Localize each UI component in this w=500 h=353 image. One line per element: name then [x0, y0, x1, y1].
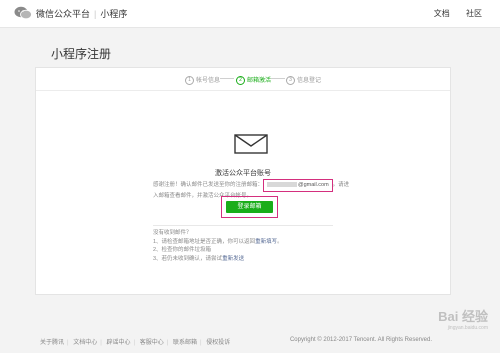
step-connector: [220, 78, 234, 79]
top-links: 文档 社区: [420, 8, 482, 19]
step-label: 帐号信息: [196, 78, 221, 84]
help-title: 没有收到邮件？: [153, 230, 192, 236]
resend-link[interactable]: 重新发送: [222, 256, 244, 262]
login-email-highlight: 登录邮箱: [221, 196, 278, 218]
refill-link[interactable]: 重新填写: [255, 239, 277, 245]
footer-link-report[interactable]: 侵权投诉: [206, 340, 230, 346]
watermark-text: Bai 经验: [438, 309, 488, 324]
help-item-text: 。: [277, 238, 283, 245]
desc-before: 感谢注册！确认邮件已发送至你的注册邮箱：: [153, 182, 264, 188]
community-link[interactable]: 社区: [466, 9, 482, 18]
brand[interactable]: 微信公众平台 | 小程序: [36, 7, 127, 20]
top-bar: 微信公众平台 | 小程序 文档 社区: [0, 0, 500, 28]
step-number: 2: [236, 75, 245, 85]
footer-link-about[interactable]: 关于腾讯: [40, 340, 64, 346]
step-label: 信息登记: [297, 78, 322, 84]
baidu-watermark: Bai 经验 jingyan.baidu.com: [438, 306, 488, 331]
step-email-activation: 2 邮箱激活: [236, 75, 271, 85]
help-item-1: 1、请检查邮箱地址是否正确，你可以返回重新填写。: [153, 238, 283, 247]
step-connector: [271, 78, 285, 79]
step-indicator: 1 帐号信息 2 邮箱激活 3 信息登记: [36, 68, 450, 91]
envelope-icon: [234, 134, 268, 154]
email-domain: @gmail.com: [298, 182, 329, 188]
footer-link-contact[interactable]: 联系邮箱: [173, 340, 197, 346]
step-number: 1: [185, 75, 194, 85]
help-item-3: 3、若仍未收到确认，请尝试重新发送: [153, 255, 283, 264]
watermark-sub: jingyan.baidu.com: [447, 325, 488, 331]
activation-heading: 激活公众平台账号: [215, 170, 271, 177]
page-title: 小程序注册: [51, 47, 112, 61]
copyright: Copyright © 2012-2017 Tencent. All Right…: [289, 337, 432, 343]
footer-links: 关于腾讯 | 文档中心 | 辟谣中心 | 客服中心 | 联系邮箱 | 侵权投诉: [40, 340, 231, 346]
registered-email: @gmail.com: [263, 179, 333, 192]
footer: 关于腾讯 | 文档中心 | 辟谣中心 | 客服中心 | 联系邮箱 | 侵权投诉 Copyr…: [0, 333, 500, 353]
docs-link[interactable]: 文档: [434, 9, 450, 18]
help-item-text: 3、若仍未收到确认，请尝试: [153, 255, 223, 262]
section-name: 小程序: [100, 9, 128, 19]
help-item-text: 1、请检查邮箱地址是否正确，你可以返回: [153, 238, 256, 245]
step-info-registration: 3 信息登记: [286, 75, 321, 85]
step-label: 邮箱激活: [247, 78, 272, 84]
step-number: 3: [286, 75, 295, 85]
footer-link-docs[interactable]: 文档中心: [73, 340, 97, 346]
help-item-2: 2、检查你的邮件垃圾箱: [153, 247, 212, 253]
wechat-logo-icon: [14, 6, 32, 20]
login-email-button[interactable]: 登录邮箱: [226, 201, 273, 213]
registration-card: 1 帐号信息 2 邮箱激活 3 信息登记 激活公众平台账号 感谢注册！确认邮件已发送至…: [35, 67, 451, 295]
footer-link-service[interactable]: 客服中心: [140, 340, 164, 346]
divider: [153, 225, 333, 226]
footer-link-rumor[interactable]: 辟谣中心: [107, 340, 131, 346]
help-section: 没有收到邮件？ 1、请检查邮箱地址是否正确，你可以返回重新填写。 2、检查你的邮…: [153, 229, 283, 263]
step-account-info: 1 帐号信息: [185, 75, 220, 85]
email-redacted: [267, 182, 298, 188]
brand-name: 微信公众平台: [36, 9, 91, 19]
